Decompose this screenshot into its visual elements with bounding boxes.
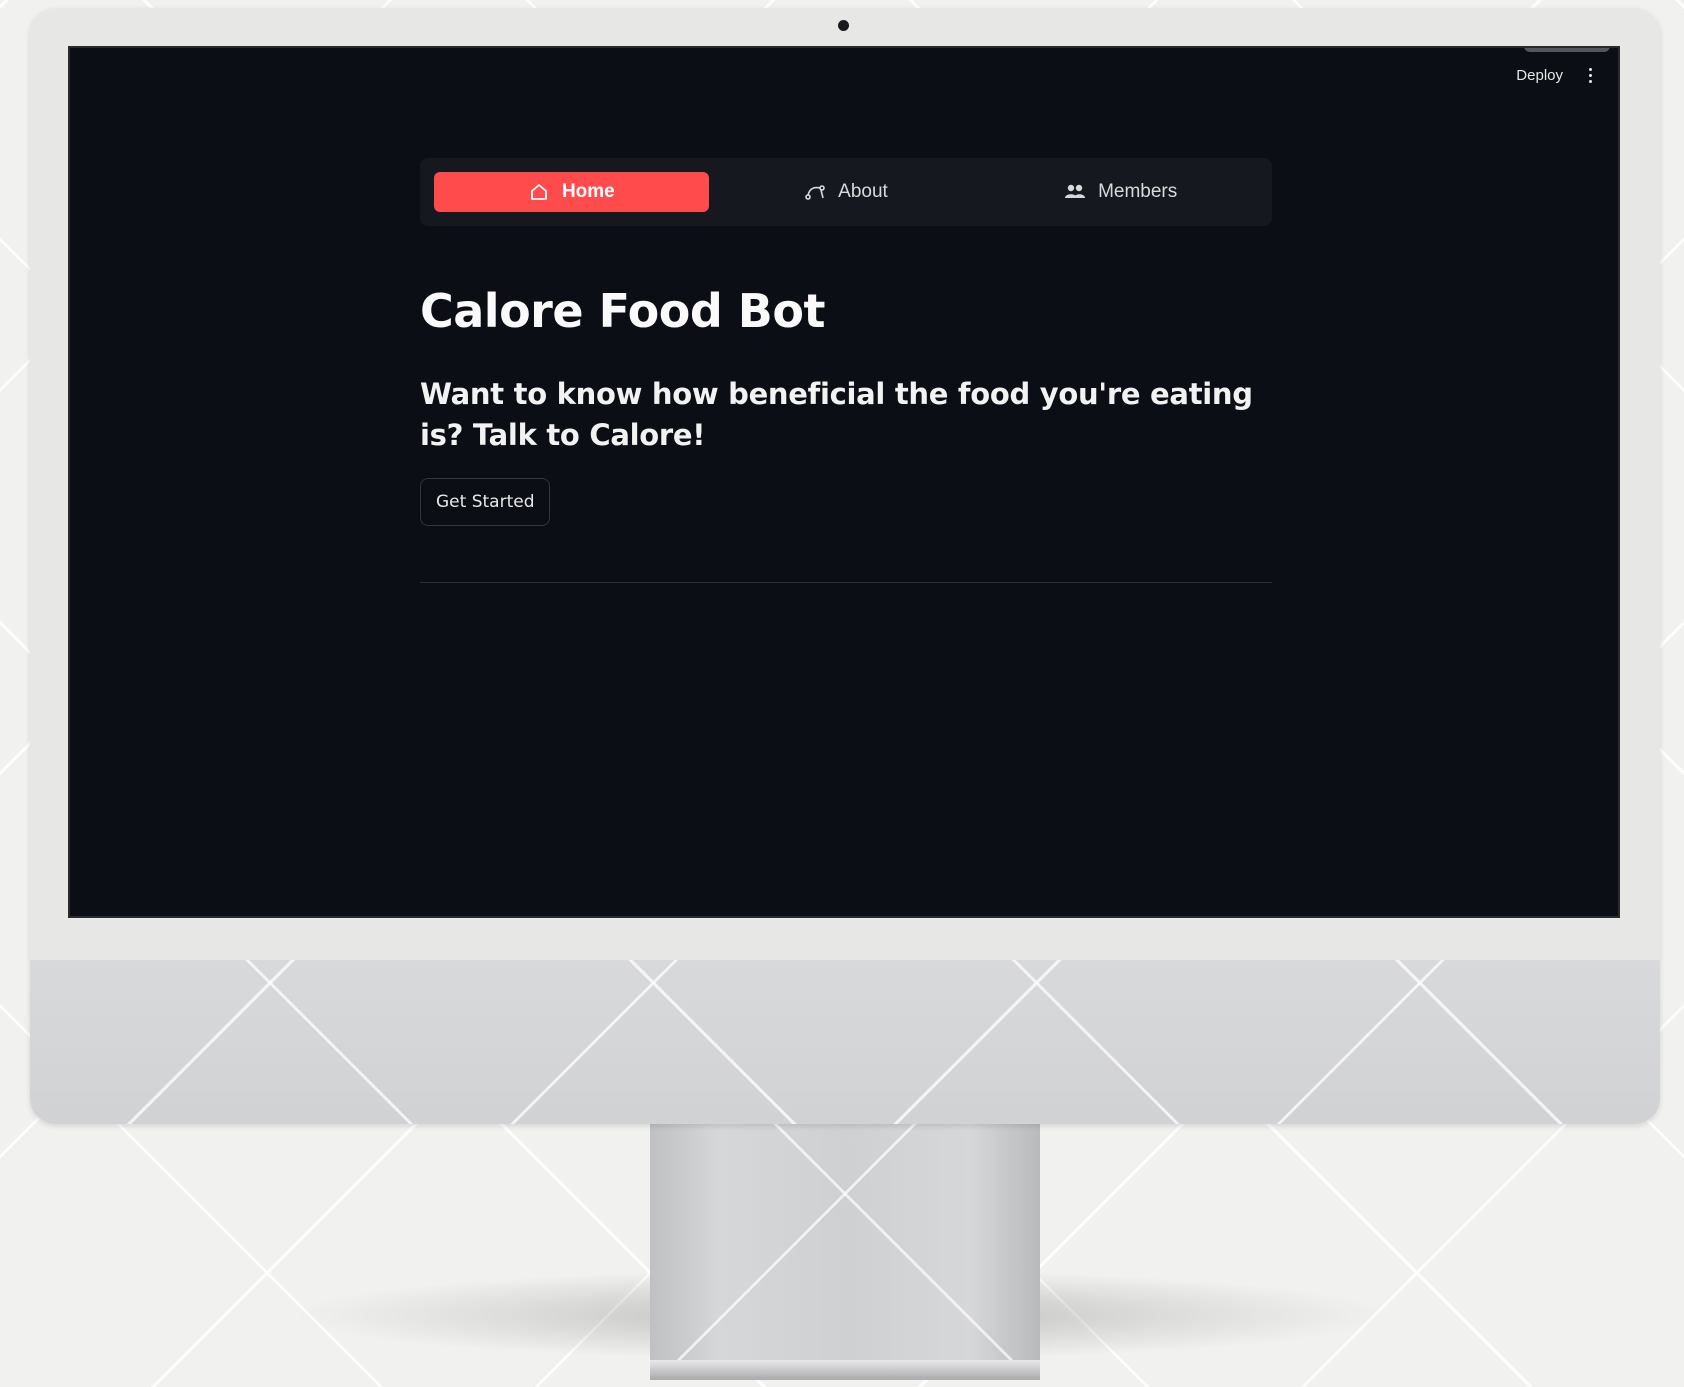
- nav-item-members[interactable]: Members: [983, 172, 1258, 212]
- main-content: Home About Members Calore Food Bot Want …: [420, 158, 1272, 583]
- get-started-button[interactable]: Get Started: [420, 478, 551, 526]
- home-icon: [528, 181, 550, 203]
- route-icon: [804, 181, 826, 203]
- nav-item-label: Home: [561, 181, 615, 202]
- nav-item-label: About: [838, 181, 888, 202]
- camera-icon: [838, 20, 849, 31]
- deploy-button[interactable]: Deploy: [1516, 67, 1563, 84]
- app-screen: Deploy Home About Members Calore Food Bo…: [68, 46, 1620, 918]
- option-menu: Home About Members: [420, 158, 1272, 226]
- divider: [420, 582, 1272, 583]
- page-title: Calore Food Bot: [420, 284, 825, 338]
- people-icon: [1064, 181, 1086, 203]
- chin-pattern: [30, 960, 1660, 1124]
- nav-item-home[interactable]: Home: [434, 172, 709, 212]
- monitor-stand-foot: [650, 1360, 1040, 1380]
- nav-item-about[interactable]: About: [709, 172, 984, 212]
- main-menu-icon[interactable]: [1585, 66, 1596, 85]
- status-widget: [1524, 48, 1610, 52]
- stand-pattern: [650, 1118, 1040, 1380]
- mockup-scene: Deploy Home About Members Calore Food Bo…: [0, 0, 1684, 1387]
- nav-item-label: Members: [1098, 181, 1178, 202]
- page-subtitle: Want to know how beneficial the food you…: [420, 377, 1253, 452]
- app-toolbar: Deploy: [1516, 66, 1596, 85]
